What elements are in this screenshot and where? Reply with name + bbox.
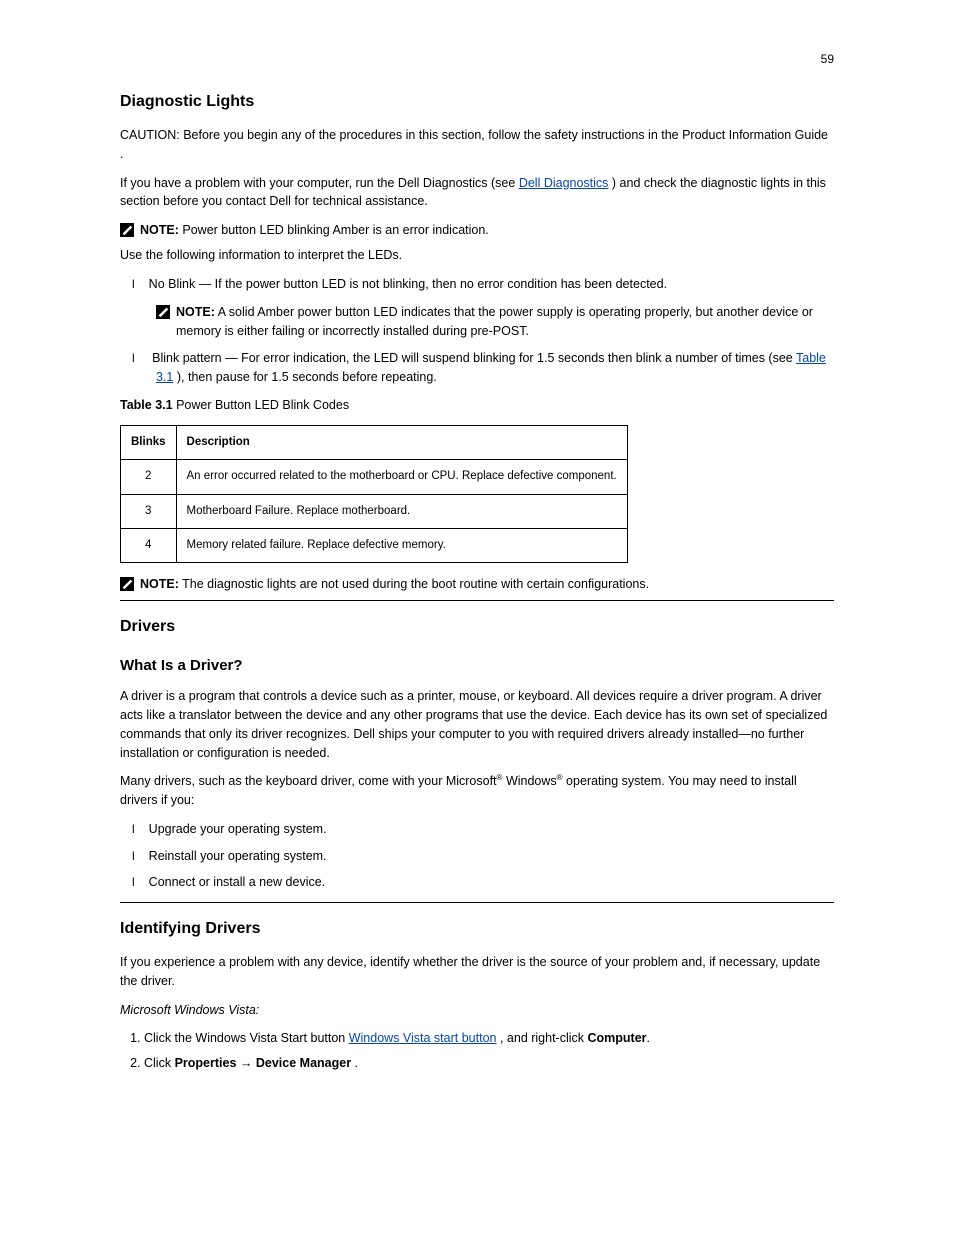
caution-text-suffix: . bbox=[120, 147, 123, 161]
list-item: Connect or install a new device. bbox=[156, 873, 834, 892]
heading-drivers: Drivers bbox=[120, 615, 834, 639]
driver-p2-a: Many drivers, such as the keyboard drive… bbox=[120, 774, 497, 788]
step2-period: . bbox=[355, 1056, 358, 1070]
registered-icon: ® bbox=[557, 773, 563, 782]
cell-desc: Motherboard Failure. Replace motherboard… bbox=[176, 494, 627, 528]
nested-note: NOTE: A solid Amber power button LED ind… bbox=[156, 303, 834, 341]
interpret-leds-text: Use the following information to interpr… bbox=[120, 246, 834, 265]
caution-emphasis: Product Information Guide bbox=[682, 128, 828, 142]
cell-desc: Memory related failure. Replace defectiv… bbox=[176, 528, 627, 562]
vista-start-button-link[interactable]: Windows Vista start button bbox=[349, 1031, 497, 1045]
step2-arrow: → bbox=[240, 1056, 256, 1070]
step1-computer: Computer bbox=[588, 1031, 647, 1045]
heading-diagnostic-lights: Diagnostic Lights bbox=[120, 90, 834, 114]
led-list: No Blink — If the power button LED is no… bbox=[120, 275, 834, 294]
note-2-text: The diagnostic lights are not used durin… bbox=[182, 577, 649, 591]
dell-diagnostics-link[interactable]: Dell Diagnostics bbox=[519, 176, 609, 190]
th-description: Description bbox=[176, 426, 627, 460]
table-header-row: Blinks Description bbox=[121, 426, 628, 460]
cell-blinks: 4 bbox=[121, 528, 177, 562]
li2-suffix: ), then pause for 1.5 seconds before rep… bbox=[177, 370, 437, 384]
step1-prefix: Click the Windows Vista Start button bbox=[144, 1031, 349, 1045]
list-item-blink-pattern: Blink pattern — For error indication, th… bbox=[156, 349, 834, 387]
th-blinks: Blinks bbox=[121, 426, 177, 460]
separator bbox=[120, 600, 834, 601]
li2-prefix: Blink pattern — For error indication, th… bbox=[152, 351, 796, 365]
nested-note-text: A solid Amber power button LED indicates… bbox=[176, 305, 813, 338]
table-title-label: Table 3.1 bbox=[120, 398, 173, 412]
note-1: NOTE: Power button LED blinking Amber is… bbox=[120, 221, 834, 240]
step2-a: Click bbox=[144, 1056, 175, 1070]
table-row: 2 An error occurred related to the mothe… bbox=[121, 460, 628, 494]
list-item-noblink: No Blink — If the power button LED is no… bbox=[156, 275, 834, 294]
led-list-2: Blink pattern — For error indication, th… bbox=[120, 349, 834, 387]
note-icon bbox=[156, 305, 170, 319]
list-item: Upgrade your operating system. bbox=[156, 820, 834, 839]
step-1: Click the Windows Vista Start button Win… bbox=[144, 1029, 834, 1048]
identifying-paragraph: If you experience a problem with any dev… bbox=[120, 953, 834, 991]
note-2: NOTE: The diagnostic lights are not used… bbox=[120, 575, 834, 594]
driver-p2-b: Windows bbox=[506, 774, 557, 788]
cell-desc: An error occurred related to the motherb… bbox=[176, 460, 627, 494]
separator bbox=[120, 902, 834, 903]
cell-blinks: 2 bbox=[121, 460, 177, 494]
note-2-label: NOTE: bbox=[140, 577, 179, 591]
note-icon bbox=[120, 223, 134, 237]
steps-list: Click the Windows Vista Start button Win… bbox=[120, 1029, 834, 1073]
cell-blinks: 3 bbox=[121, 494, 177, 528]
intro-paragraph: If you have a problem with your computer… bbox=[120, 174, 834, 212]
note-icon bbox=[120, 577, 134, 591]
table-title-text: Power Button LED Blink Codes bbox=[176, 398, 349, 412]
table-row: 3 Motherboard Failure. Replace motherboa… bbox=[121, 494, 628, 528]
step2-properties: Properties bbox=[175, 1056, 237, 1070]
nested-note-label: NOTE: bbox=[176, 305, 215, 319]
step2-device-manager: Device Manager bbox=[256, 1056, 351, 1070]
table-row: 4 Memory related failure. Replace defect… bbox=[121, 528, 628, 562]
heading-what-is-driver: What Is a Driver? bbox=[120, 655, 834, 678]
win-vista-title: Microsoft Windows Vista: bbox=[120, 1003, 259, 1017]
blink-codes-table: Blinks Description 2 An error occurred r… bbox=[120, 425, 628, 563]
caution-text-prefix: CAUTION: Before you begin any of the pro… bbox=[120, 128, 682, 142]
driver-paragraph-1: A driver is a program that controls a de… bbox=[120, 687, 834, 762]
step-2: Click Properties → Device Manager . bbox=[144, 1054, 834, 1073]
caution-paragraph: CAUTION: Before you begin any of the pro… bbox=[120, 126, 834, 164]
page-number: 59 bbox=[821, 50, 834, 68]
table-title: Table 3.1 Power Button LED Blink Codes bbox=[120, 396, 834, 415]
note-1-label: NOTE: bbox=[140, 223, 179, 237]
list-item: Reinstall your operating system. bbox=[156, 847, 834, 866]
note-1-text: Power button LED blinking Amber is an er… bbox=[182, 223, 488, 237]
intro-text: If you have a problem with your computer… bbox=[120, 176, 519, 190]
win-vista-label: Microsoft Windows Vista: bbox=[120, 1001, 834, 1020]
driver-reasons-list: Upgrade your operating system. Reinstall… bbox=[120, 820, 834, 892]
registered-icon: ® bbox=[497, 773, 503, 782]
driver-paragraph-2: Many drivers, such as the keyboard drive… bbox=[120, 772, 834, 810]
step1-tail: , and right-click bbox=[500, 1031, 588, 1045]
heading-identifying-drivers: Identifying Drivers bbox=[120, 917, 834, 941]
